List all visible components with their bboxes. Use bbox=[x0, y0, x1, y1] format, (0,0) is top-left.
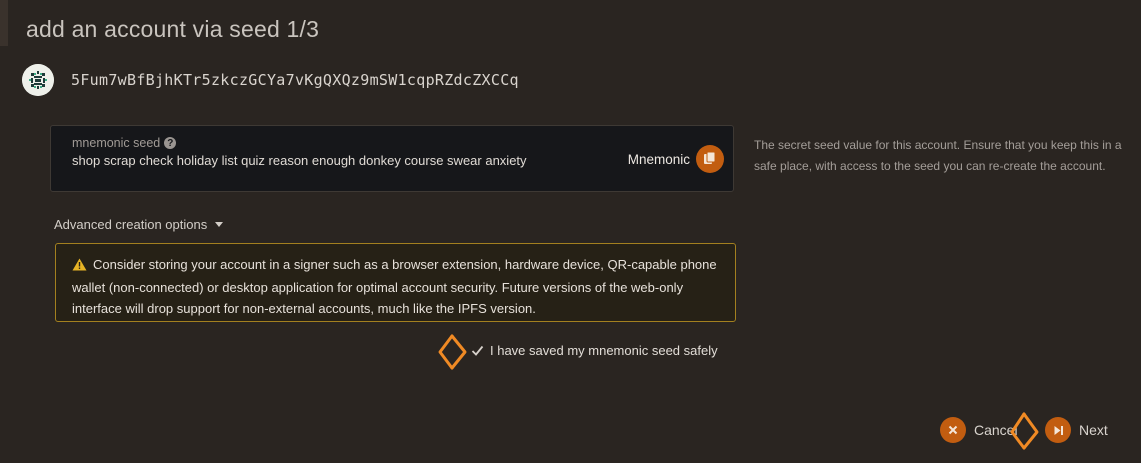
seed-value[interactable]: shop scrap check holiday list quiz reaso… bbox=[72, 152, 542, 169]
next-label: Next bbox=[1079, 422, 1108, 438]
close-icon bbox=[940, 417, 966, 443]
modal-edge-accent bbox=[0, 0, 8, 46]
cursor-marker-icon bbox=[1010, 412, 1039, 450]
step-forward-icon bbox=[1045, 417, 1071, 443]
chevron-down-icon bbox=[215, 222, 224, 227]
seed-help-text: The secret seed value for this account. … bbox=[754, 138, 1122, 173]
next-button[interactable]: Next bbox=[1045, 417, 1108, 443]
checkmark-icon bbox=[471, 345, 484, 356]
saved-seed-checkbox[interactable]: I have saved my mnemonic seed safely bbox=[471, 343, 718, 358]
advanced-options-toggle[interactable]: Advanced creation options bbox=[54, 217, 224, 232]
modal-title: add an account via seed 1/3 bbox=[26, 16, 320, 42]
seed-type-label: Mnemonic bbox=[627, 152, 690, 167]
cancel-button[interactable]: Cancel bbox=[940, 417, 1018, 443]
account-row: 5Fum7wBfBjhKTr5zkczGCYa7vKgQXQz9mSW1cqpR… bbox=[22, 64, 519, 96]
mnemonic-seed-field[interactable]: mnemonic seed ? shop scrap check holiday… bbox=[50, 125, 734, 192]
warning-icon bbox=[72, 256, 87, 277]
advanced-options-label: Advanced creation options bbox=[54, 217, 208, 232]
warning-text: Consider storing your account in a signe… bbox=[72, 257, 717, 316]
seed-label-wrap: mnemonic seed ? bbox=[72, 136, 177, 150]
cursor-marker-icon bbox=[438, 334, 467, 370]
saved-seed-label: I have saved my mnemonic seed safely bbox=[490, 343, 718, 358]
seed-label: mnemonic seed bbox=[72, 136, 161, 150]
copy-icon[interactable] bbox=[696, 145, 724, 173]
help-icon[interactable]: ? bbox=[164, 137, 177, 149]
account-address: 5Fum7wBfBjhKTr5zkczGCYa7vKgQXQz9mSW1cqpR… bbox=[71, 71, 519, 89]
identicon-icon[interactable] bbox=[22, 64, 54, 96]
warning-box: Consider storing your account in a signe… bbox=[55, 243, 736, 322]
